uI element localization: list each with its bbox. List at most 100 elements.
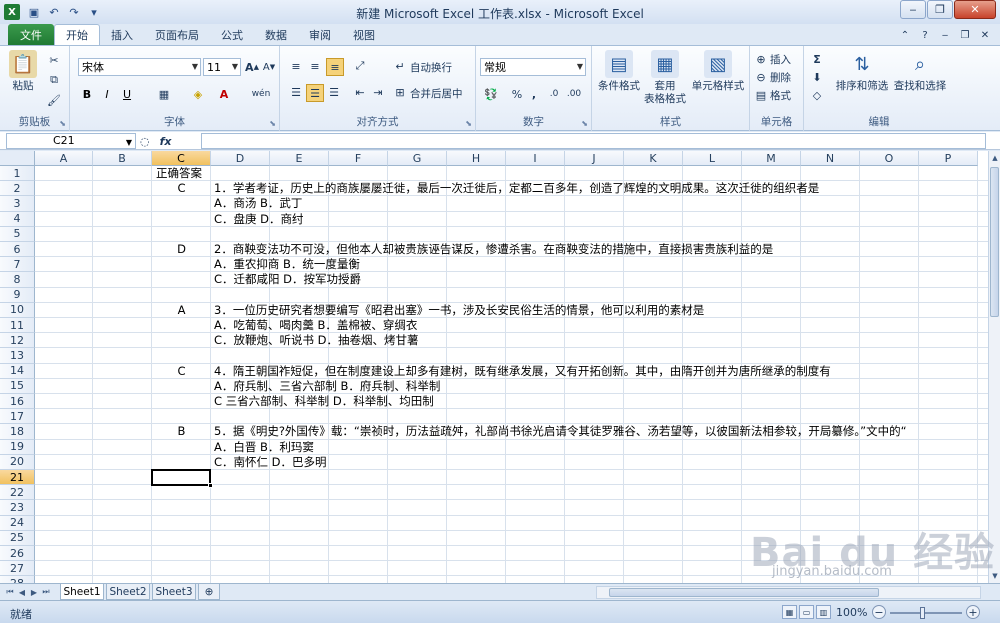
increase-indent-icon[interactable]: ⇥	[370, 84, 386, 100]
row-header-26[interactable]: 26	[0, 546, 35, 562]
row-header-17[interactable]: 17	[0, 409, 35, 425]
page-layout-view-icon[interactable]: ▭	[799, 605, 814, 619]
row-header-10[interactable]: 10	[0, 302, 35, 318]
clear-icon[interactable]: ◇	[810, 88, 824, 102]
paste-button[interactable]: 📋 粘贴	[6, 50, 40, 93]
cell-d8[interactable]: C．迁都咸阳 D．按军功授爵	[214, 272, 361, 287]
row-header-2[interactable]: 2	[0, 181, 35, 197]
column-header-g[interactable]: G	[388, 151, 447, 166]
row-header-8[interactable]: 8	[0, 272, 35, 288]
row-header-19[interactable]: 19	[0, 439, 35, 455]
bold-button[interactable]: B	[80, 86, 94, 102]
increase-decimal-icon[interactable]: .0	[546, 86, 562, 102]
cell-c1[interactable]: 正确答案	[156, 166, 202, 181]
column-header-b[interactable]: B	[93, 151, 152, 166]
font-color-icon[interactable]: A	[216, 86, 232, 102]
align-left-icon[interactable]: ☰	[288, 84, 304, 100]
row-header-24[interactable]: 24	[0, 515, 35, 531]
row-header-1[interactable]: 1	[0, 166, 35, 182]
tab-formulas[interactable]: 公式	[210, 25, 254, 45]
column-header-o[interactable]: O	[860, 151, 919, 166]
tab-home[interactable]: 开始	[54, 24, 100, 45]
format-painter-icon[interactable]: 🖌	[46, 92, 62, 108]
column-header-a[interactable]: A	[35, 151, 93, 166]
zoom-slider-track[interactable]	[890, 612, 962, 614]
cell-d3[interactable]: A．商汤 B．武丁	[214, 196, 302, 211]
align-top-icon[interactable]: ≡	[288, 58, 304, 74]
cell-c18[interactable]: B	[152, 424, 211, 439]
percent-button[interactable]: %	[510, 86, 524, 102]
row-header-6[interactable]: 6	[0, 242, 35, 258]
format-as-table-button[interactable]: ▦ 套用 表格格式	[642, 50, 688, 106]
row-header-23[interactable]: 23	[0, 500, 35, 516]
worksheet-grid[interactable]: A B C D E F G H I J K L M N O P 1 2 3 4 5 6 7 8 9 10 11 12 13 14 15 16 1…	[0, 151, 988, 583]
sheet-tab-2[interactable]: Sheet2	[106, 584, 150, 600]
page-break-view-icon[interactable]: ▥	[816, 605, 831, 619]
column-header-l[interactable]: L	[683, 151, 742, 166]
vertical-scrollbar[interactable]: ▲ ▼	[988, 151, 1000, 583]
tab-review[interactable]: 审阅	[298, 25, 342, 45]
align-bottom-icon[interactable]: ≡	[326, 58, 344, 76]
tab-data[interactable]: 数据	[254, 25, 298, 45]
cell-d19[interactable]: A．白晋 B．利玛窦	[214, 440, 314, 455]
cell-d16[interactable]: C 三省六部制、科举制 D．科举制、均田制	[214, 394, 434, 409]
formula-input[interactable]	[201, 133, 986, 149]
row-header-12[interactable]: 12	[0, 333, 35, 349]
minimize-ribbon-icon[interactable]: ⌃	[898, 28, 912, 42]
cell-d2[interactable]: 1．学者考证，历史上的商族屡屡迁徙，最后一次迁徙后，定都二百多年，创造了辉煌的文…	[214, 181, 819, 196]
insert-cells-button[interactable]: 插入	[770, 52, 791, 66]
row-header-14[interactable]: 14	[0, 363, 35, 379]
cell-d20[interactable]: C．南怀仁 D．巴多明	[214, 455, 327, 470]
redo-icon[interactable]: ↷	[66, 4, 82, 20]
row-header-21[interactable]: 21	[0, 470, 35, 486]
maximize-button[interactable]: ❐	[927, 0, 953, 19]
format-cells-button[interactable]: 格式	[770, 88, 791, 102]
merge-center-icon[interactable]: ⊞	[392, 84, 408, 100]
zoom-slider-knob[interactable]	[920, 607, 925, 619]
row-header-9[interactable]: 9	[0, 287, 35, 303]
fill-icon[interactable]: ⬇	[810, 70, 824, 84]
grow-font-icon[interactable]: A ▲	[245, 59, 259, 75]
column-header-m[interactable]: M	[742, 151, 801, 166]
row-header-20[interactable]: 20	[0, 454, 35, 470]
horizontal-scroll-thumb[interactable]	[609, 588, 879, 597]
tab-insert[interactable]: 插入	[100, 25, 144, 45]
save-icon[interactable]: ▣	[26, 4, 42, 20]
border-icon[interactable]: ▦	[156, 86, 172, 102]
cell-c2[interactable]: C	[152, 181, 211, 196]
column-header-i[interactable]: I	[506, 151, 565, 166]
comma-button[interactable]: ,	[528, 86, 540, 102]
horizontal-scrollbar[interactable]	[596, 586, 981, 599]
first-sheet-icon[interactable]: ⏮	[4, 586, 16, 598]
tab-view[interactable]: 视图	[342, 25, 386, 45]
minimize-button[interactable]: ‒	[900, 0, 926, 19]
column-header-e[interactable]: E	[270, 151, 329, 166]
row-header-25[interactable]: 25	[0, 530, 35, 546]
number-launcher-icon[interactable]: ⬊	[581, 119, 588, 128]
font-size-combo[interactable]: 11 ▼	[203, 58, 241, 76]
tab-page-layout[interactable]: 页面布局	[144, 25, 210, 45]
active-cell-selection[interactable]	[151, 469, 213, 489]
cell-c10[interactable]: A	[152, 303, 211, 318]
cell-d4[interactable]: C．盘庚 D．商纣	[214, 212, 304, 227]
row-header-5[interactable]: 5	[0, 226, 35, 242]
column-header-h[interactable]: H	[447, 151, 506, 166]
last-sheet-icon[interactable]: ⏭	[40, 586, 52, 598]
conditional-format-button[interactable]: ▤ 条件格式	[596, 50, 642, 93]
row-header-11[interactable]: 11	[0, 318, 35, 334]
column-header-j[interactable]: J	[565, 151, 624, 166]
autosum-button[interactable]: Σ	[810, 52, 824, 66]
column-header-f[interactable]: F	[329, 151, 388, 166]
row-header-22[interactable]: 22	[0, 485, 35, 501]
fill-handle[interactable]	[208, 483, 213, 489]
scroll-up-icon[interactable]: ▲	[990, 153, 1000, 163]
column-header-p[interactable]: P	[919, 151, 978, 166]
insert-sheet-icon[interactable]: ⊕	[198, 584, 220, 600]
undo-icon[interactable]: ↶	[46, 4, 62, 20]
delete-cells-button[interactable]: 删除	[770, 70, 791, 84]
next-sheet-icon[interactable]: ▶	[28, 586, 40, 598]
doc-close-icon[interactable]: ✕	[978, 28, 992, 42]
cut-icon[interactable]: ✂	[46, 52, 62, 68]
row-header-3[interactable]: 3	[0, 196, 35, 212]
merge-center-button[interactable]: 合并后居中	[410, 85, 463, 101]
